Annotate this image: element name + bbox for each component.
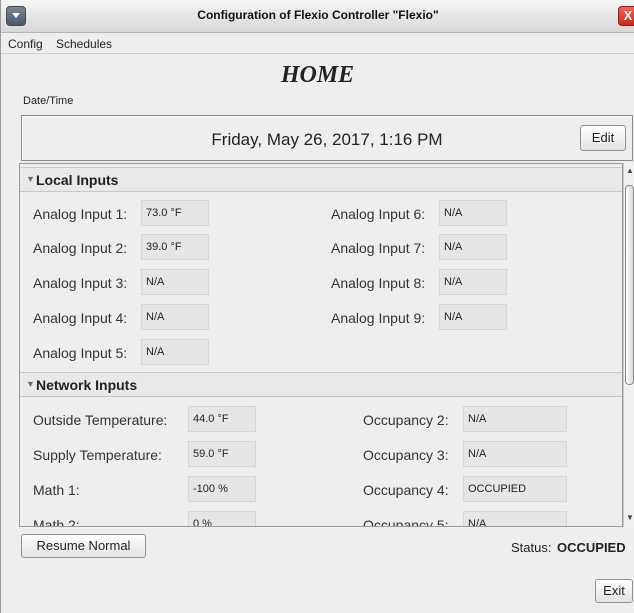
- analog-input-1-label: Analog Input 1:: [33, 206, 128, 222]
- resume-normal-button[interactable]: Resume Normal: [21, 534, 146, 558]
- network-inputs-header[interactable]: ▼ Network Inputs: [20, 372, 622, 397]
- page-title: HOME: [280, 62, 355, 88]
- analog-input-8-label: Analog Input 8:: [331, 275, 426, 291]
- status-label: Status:: [511, 540, 552, 555]
- outside-temperature-label: Outside Temperature:: [33, 412, 168, 428]
- inputs-scroll-panel: ▼ Local Inputs Analog Input 1: 73.0 °F A…: [19, 163, 623, 527]
- title-bar: Configuration of Flexio Controller "Flex…: [1, 0, 634, 33]
- occupancy-2-label: Occupancy 2:: [363, 412, 449, 428]
- analog-input-9-label: Analog Input 9:: [331, 310, 426, 326]
- analog-input-2-label: Analog Input 2:: [33, 240, 128, 256]
- math-1-label: Math 1:: [33, 482, 80, 498]
- menu-schedules[interactable]: Schedules: [56, 37, 112, 51]
- analog-input-5-value: N/A: [141, 339, 209, 365]
- analog-input-7-label: Analog Input 7:: [331, 240, 426, 256]
- date-time-value: Friday, May 26, 2017, 1:16 PM: [211, 130, 443, 149]
- math-2-value: 0 %: [188, 511, 256, 526]
- analog-input-8-value: N/A: [439, 269, 507, 295]
- exit-button[interactable]: Exit: [595, 579, 633, 603]
- scrollbar-thumb[interactable]: [625, 185, 634, 385]
- analog-input-5-label: Analog Input 5:: [33, 345, 128, 361]
- local-inputs-title: Local Inputs: [36, 172, 119, 188]
- vertical-scrollbar[interactable]: ▲ ▼: [623, 163, 634, 527]
- analog-input-6-label: Analog Input 6:: [331, 206, 426, 222]
- close-icon[interactable]: X: [618, 6, 634, 26]
- analog-input-3-label: Analog Input 3:: [33, 275, 128, 291]
- local-inputs-header[interactable]: ▼ Local Inputs: [20, 167, 622, 192]
- occupancy-4-value: OCCUPIED: [463, 476, 567, 502]
- analog-input-1-value: 73.0 °F: [141, 200, 209, 226]
- analog-input-2-value: 39.0 °F: [141, 234, 209, 260]
- occupancy-5-value: N/A: [463, 511, 567, 526]
- math-2-label: Math 2:: [33, 517, 80, 527]
- scroll-down-arrow-icon[interactable]: ▼: [626, 513, 634, 522]
- date-time-label: Date/Time: [23, 95, 74, 107]
- analog-input-4-label: Analog Input 4:: [33, 310, 128, 326]
- supply-temperature-label: Supply Temperature:: [33, 447, 162, 463]
- occupancy-4-label: Occupancy 4:: [363, 482, 449, 498]
- collapse-triangle-icon: ▼: [26, 174, 35, 184]
- controller-window: Configuration of Flexio Controller "Flex…: [0, 0, 634, 613]
- scroll-up-arrow-icon[interactable]: ▲: [626, 166, 634, 175]
- edit-button[interactable]: Edit: [580, 125, 626, 151]
- occupancy-2-value: N/A: [463, 406, 567, 432]
- menu-bar: Config Schedules: [1, 34, 634, 54]
- analog-input-7-value: N/A: [439, 234, 507, 260]
- menu-config[interactable]: Config: [8, 37, 43, 51]
- analog-input-6-value: N/A: [439, 200, 507, 226]
- occupancy-5-label: Occupancy 5:: [363, 517, 449, 527]
- outside-temperature-value: 44.0 °F: [188, 406, 256, 432]
- analog-input-9-value: N/A: [439, 304, 507, 330]
- supply-temperature-value: 59.0 °F: [188, 441, 256, 467]
- status-value: OCCUPIED: [557, 540, 626, 555]
- analog-input-3-value: N/A: [141, 269, 209, 295]
- collapse-triangle-icon: ▼: [26, 379, 35, 389]
- analog-input-4-value: N/A: [141, 304, 209, 330]
- date-time-panel: Friday, May 26, 2017, 1:16 PM Edit: [21, 115, 633, 161]
- occupancy-3-label: Occupancy 3:: [363, 447, 449, 463]
- window-title: Configuration of Flexio Controller "Flex…: [197, 8, 439, 22]
- occupancy-3-value: N/A: [463, 441, 567, 467]
- network-inputs-title: Network Inputs: [36, 377, 138, 393]
- math-1-value: -100 %: [188, 476, 256, 502]
